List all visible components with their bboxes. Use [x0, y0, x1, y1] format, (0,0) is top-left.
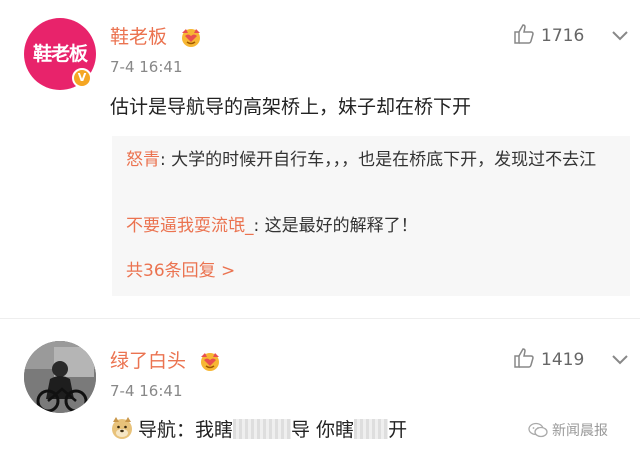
chevron-down-icon[interactable]: [610, 26, 630, 46]
pixelated-blur: [233, 419, 292, 439]
reply-item: 怒青: 大学的时候开自行车，，，也是在桥底下开，发现过不去江: [126, 146, 606, 174]
reply-text: : 这是最好的解释了！: [253, 216, 418, 236]
vip-face-icon: [201, 352, 220, 371]
comment-item: 鞋老板 V 鞋老板 7-4 16:41 1716 估计是导航导的高架桥上，妹子却…: [0, 0, 640, 318]
username-text: 绿了白头: [110, 350, 187, 372]
reply-text: : 大学的时候开自行车，，，也是在桥底下开，发现过不去江: [160, 150, 597, 170]
reply-author[interactable]: 怒青: [126, 150, 160, 170]
comment-text-part: 导航：我瞎: [138, 419, 234, 441]
avatar[interactable]: [24, 341, 96, 413]
comment-text-part: 导 你瞎: [291, 419, 355, 441]
comment-text: 估计是导航导的高架桥上，妹子却在桥下开: [110, 96, 472, 118]
chevron-down-icon[interactable]: [610, 350, 630, 370]
vip-face-icon: [182, 28, 201, 47]
wechat-icon: [528, 422, 548, 438]
reply-box: 怒青: 大学的时候开自行车，，，也是在桥底下开，发现过不去江 不要逼我耍流氓_:…: [112, 136, 630, 296]
timestamp: 7-4 16:41: [110, 58, 183, 76]
thumbs-up-icon: [514, 348, 534, 368]
like-count: 1716: [541, 26, 585, 46]
comment-text: 导航：我瞎 导 你瞎 开: [110, 415, 407, 442]
watermark: 新闻晨报: [528, 420, 608, 440]
username[interactable]: 绿了白头: [110, 346, 224, 373]
doge-emoji-icon: [112, 417, 132, 439]
verified-badge: V: [72, 68, 92, 88]
timestamp: 7-4 16:41: [110, 382, 183, 400]
username[interactable]: 鞋老板: [110, 22, 205, 49]
like-button[interactable]: 1716: [513, 24, 584, 46]
reply-author[interactable]: 不要逼我耍流氓_: [126, 216, 254, 236]
avatar-photo: [24, 341, 96, 413]
username-text: 鞋老板: [110, 26, 168, 48]
comment-text-part: 开: [388, 419, 408, 441]
like-count: 1419: [541, 350, 585, 370]
like-button[interactable]: 1419: [513, 348, 584, 370]
more-replies-link[interactable]: 共36条回复 >: [126, 256, 235, 281]
thumbs-up-icon: [514, 24, 534, 44]
reply-item: 不要逼我耍流氓_: 这是最好的解释了！: [126, 212, 418, 240]
watermark-text: 新闻晨报: [552, 423, 608, 439]
pixelated-blur: [354, 419, 389, 439]
